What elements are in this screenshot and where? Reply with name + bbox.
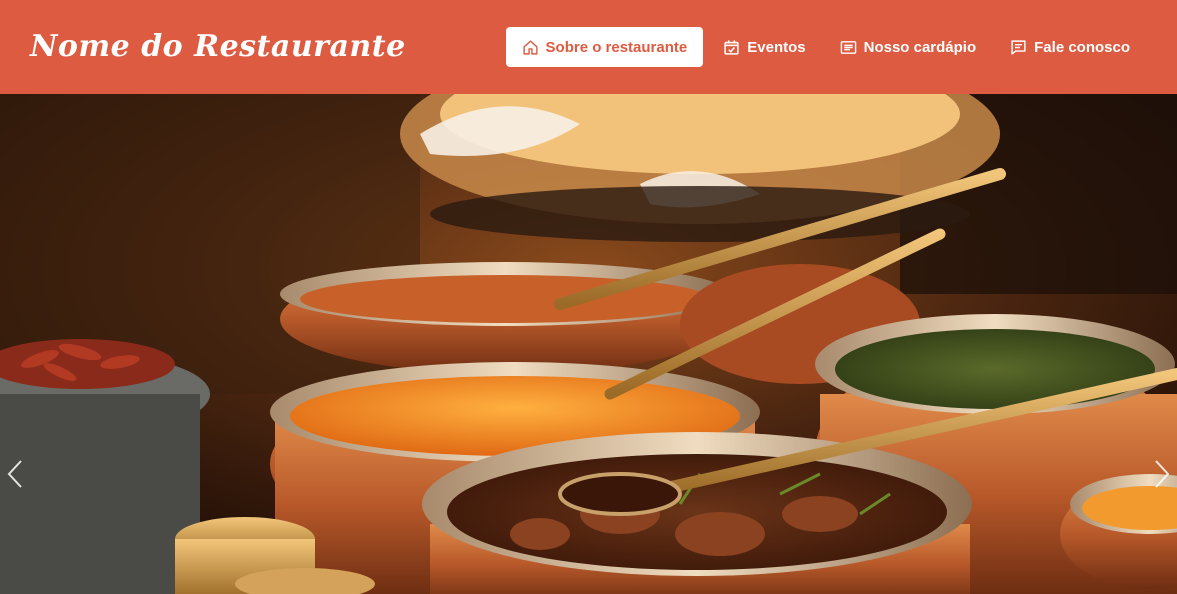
- site-header: Nome do Restaurante Sobre o restaurante …: [0, 0, 1177, 94]
- chat-bubble-icon: [1010, 39, 1027, 56]
- nav-item-label: Eventos: [747, 38, 806, 56]
- carousel-prev-button[interactable]: [2, 454, 28, 494]
- calendar-check-icon: [723, 39, 740, 56]
- carousel-next-button[interactable]: [1149, 454, 1175, 494]
- nav-item-label: Nosso cardápio: [863, 38, 977, 56]
- nav-item-label: Sobre o restaurante: [545, 38, 688, 56]
- home-icon: [522, 39, 539, 56]
- menu-list-icon: [840, 39, 857, 56]
- main-nav: Sobre o restaurante Eventos Nosso cardáp…: [505, 27, 1147, 67]
- nav-item-sobre[interactable]: Sobre o restaurante: [505, 27, 704, 67]
- chevron-right-icon: [1155, 460, 1170, 488]
- nav-item-contato[interactable]: Fale conosco: [996, 27, 1147, 67]
- chevron-left-icon: [7, 460, 22, 488]
- hero-food-image: [0, 94, 1177, 594]
- brand-logo[interactable]: Nome do Restaurante: [30, 29, 406, 64]
- nav-item-cardapio[interactable]: Nosso cardápio: [826, 27, 991, 67]
- nav-item-eventos[interactable]: Eventos: [709, 27, 819, 67]
- hero-carousel: [0, 94, 1177, 594]
- nav-item-label: Fale conosco: [1034, 38, 1130, 56]
